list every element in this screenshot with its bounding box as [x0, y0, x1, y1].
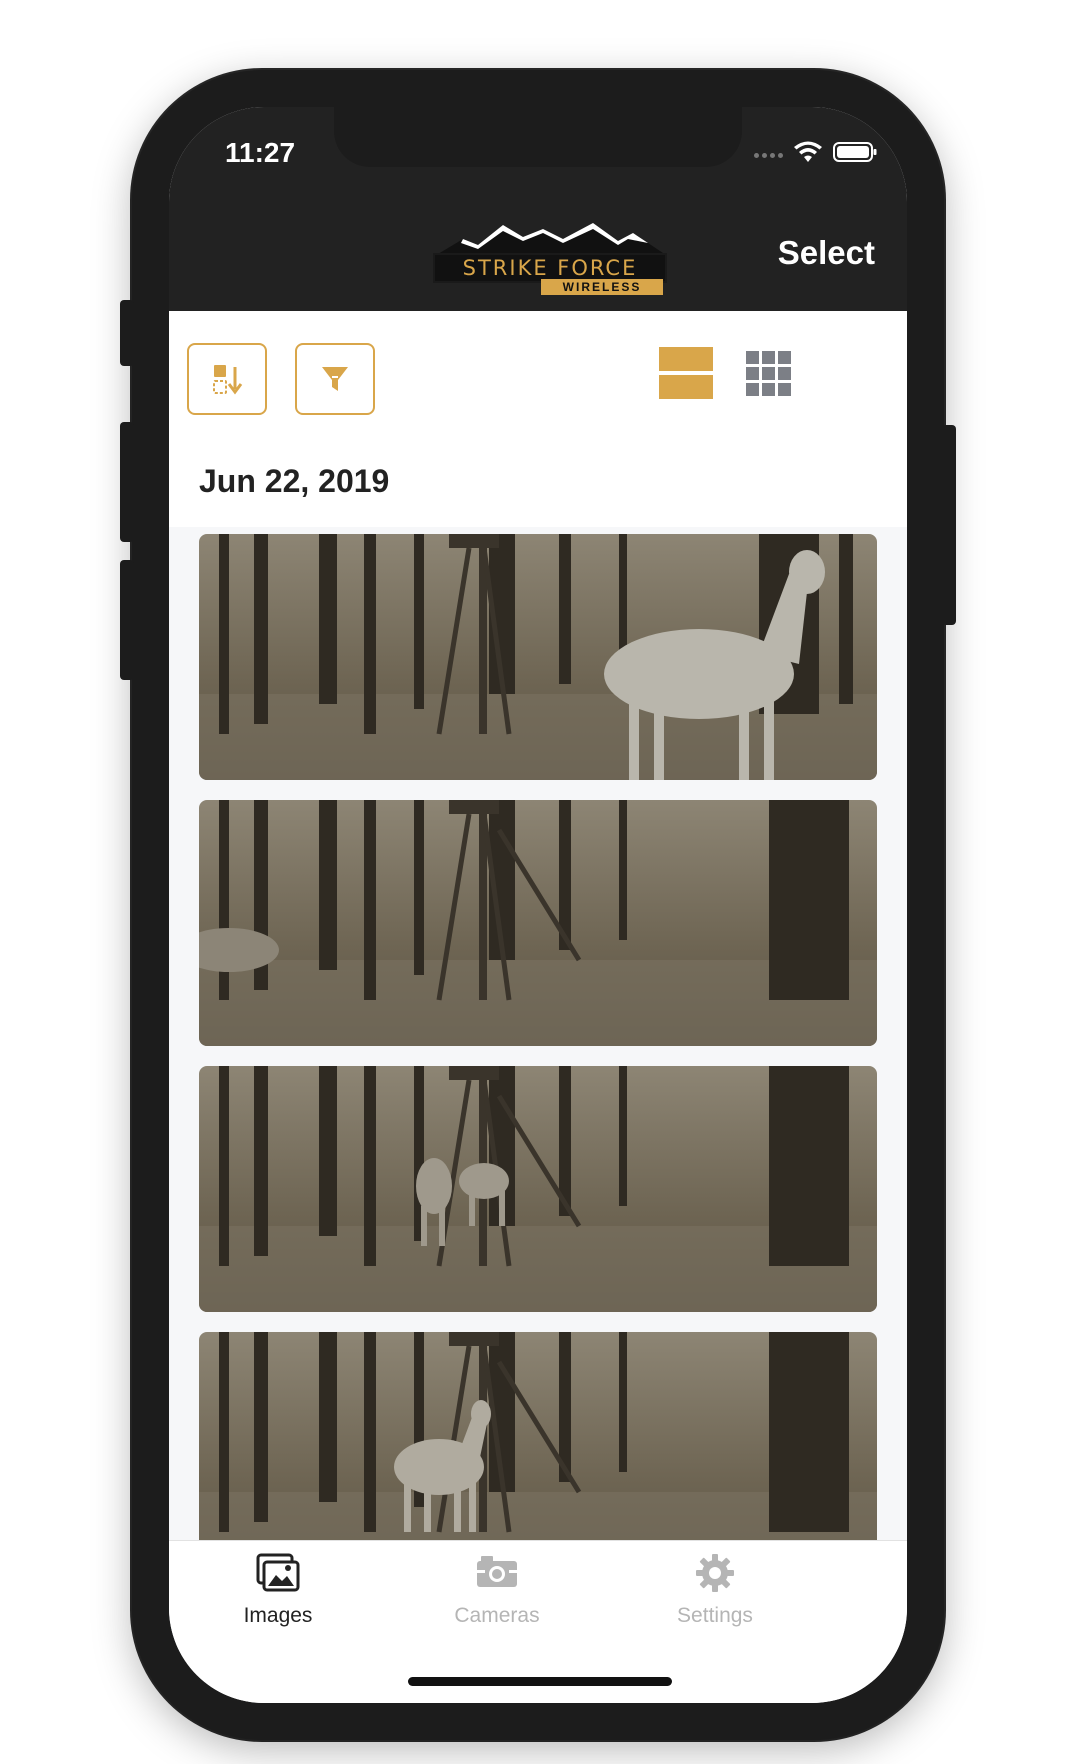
gear-icon [696, 1554, 734, 1592]
power-button [942, 425, 956, 625]
nav-bar: STRIKE FORCE WIRELESS Select [169, 197, 907, 311]
battery-icon [833, 142, 877, 162]
volume-down-button [120, 560, 134, 680]
camera-icon [477, 1556, 517, 1587]
list-view-icon [659, 347, 713, 399]
status-icons [754, 141, 877, 163]
mute-switch [120, 300, 134, 366]
grid-view-icon [746, 351, 791, 396]
sort-icon [213, 365, 243, 395]
filter-icon [322, 367, 348, 391]
logo-subtext: WIRELESS [541, 279, 663, 295]
trail-camera-photo [199, 800, 877, 1046]
sort-button[interactable] [187, 343, 267, 415]
trail-camera-photo [199, 534, 877, 780]
tab-label-cameras: Cameras [454, 1604, 540, 1627]
notch [334, 107, 742, 167]
photo-thumbnail[interactable] [199, 534, 877, 780]
trail-camera-photo [199, 1066, 877, 1312]
toolbar [169, 311, 907, 439]
volume-up-button [120, 422, 134, 542]
select-button[interactable]: Select [772, 233, 881, 273]
status-time: 11:27 [225, 137, 296, 168]
date-header-text: Jun 22, 2019 [199, 463, 390, 499]
brand-logo: STRIKE FORCE WIRELESS [433, 219, 667, 299]
wifi-icon [794, 141, 822, 162]
photo-thumbnail[interactable] [199, 1332, 877, 1542]
app-screen: 11:27 STRIKE FORCE WIRELESS Select Jun 2… [169, 107, 907, 1703]
tab-settings[interactable]: Settings [615, 1553, 815, 1628]
tab-label-settings: Settings [677, 1604, 753, 1627]
photo-thumbnail[interactable] [199, 1066, 877, 1312]
tab-cameras[interactable]: Cameras [397, 1553, 597, 1628]
images-icon [256, 1553, 300, 1592]
photo-thumbnail[interactable] [199, 800, 877, 1046]
grid-view-button[interactable] [746, 351, 792, 397]
signal-icon [754, 147, 783, 158]
tab-images[interactable]: Images [178, 1553, 378, 1628]
home-indicator[interactable] [408, 1677, 672, 1686]
filter-button[interactable] [295, 343, 375, 415]
trail-camera-photo [199, 1332, 877, 1542]
list-view-button[interactable] [659, 347, 713, 399]
tab-label-images: Images [243, 1604, 313, 1627]
date-section-header: Jun 22, 2019 [169, 439, 907, 527]
